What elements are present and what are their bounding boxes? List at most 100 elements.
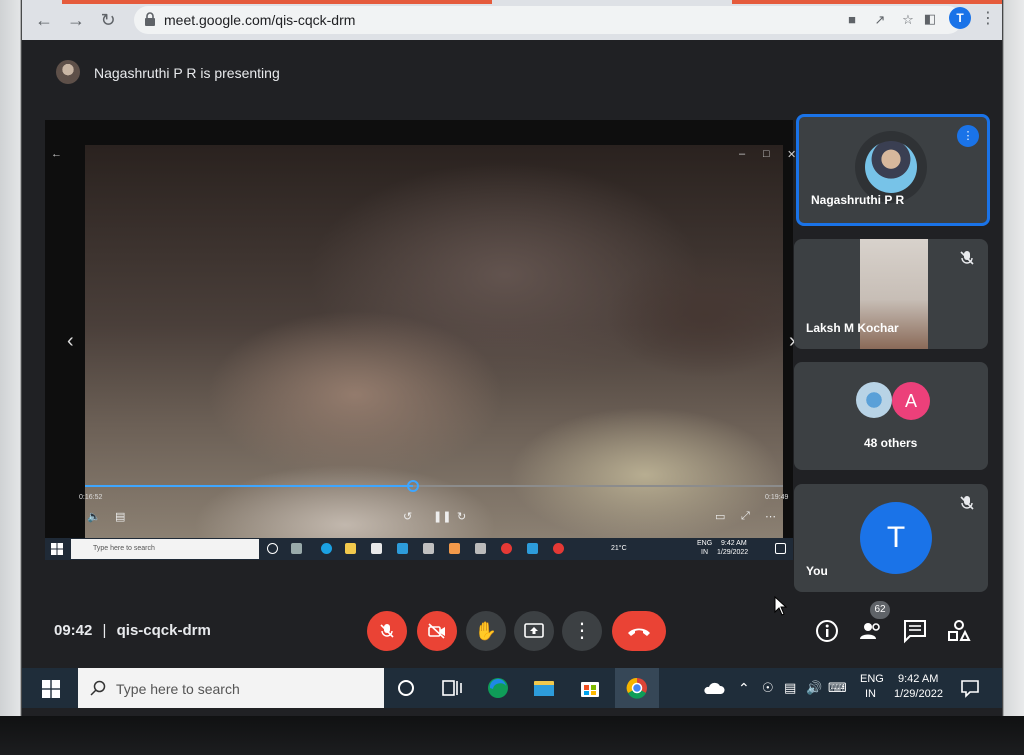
file-explorer-icon[interactable] [532,676,556,700]
shared-search-placeholder: Type here to search [93,545,155,552]
leave-call-button[interactable] [612,611,666,651]
others-count-label: 48 others [864,436,918,450]
presentation-view: ← – □ ✕ ‹ › 0:16:52 0:19:49 🔈 ▤ ↺ ❚❚ ↻ ▭… [45,120,796,560]
meeting-code: qis-cqck-drm [116,622,211,639]
back-icon[interactable]: ← [32,8,56,32]
taskbar-search-box[interactable]: Type here to search [78,668,384,708]
edge-icon [321,543,332,554]
windows-taskbar: Type here to search ⌃ ☉ ▤ 🔊 ⌨ ENG IN 9:4… [22,668,1002,708]
url-text: meet.google.com/qis-cqck-drm [164,12,356,28]
bookmark-star-icon[interactable]: ☆ [900,13,916,27]
show-hidden-icons-icon[interactable]: ⌃ [738,680,750,697]
notification-icon [775,543,786,554]
captions-icon[interactable]: ▤ [115,510,125,523]
screen: ← → ↻ meet.google.com/qis-cqck-drm ■ ↗ ☆… [22,0,1002,716]
more-options-icon[interactable]: ⋯ [765,510,776,523]
chat-icon[interactable] [902,618,928,644]
participant-tile-you[interactable]: T You [794,484,988,592]
presenting-text: Nagashruthi P R is presenting [94,65,280,81]
shared-lang-top: ENG [697,540,713,547]
participant-tile-others[interactable]: A 48 others [794,362,988,470]
previous-arrow-icon[interactable]: ‹ [67,330,74,353]
chrome-icon [501,543,512,554]
chrome-icon[interactable] [625,676,649,700]
app-icon [423,543,434,554]
meeting-info: 09:42 | qis-cqck-drm [54,622,211,639]
mic-off-icon [960,496,974,510]
mini-view-icon[interactable]: ▭ [715,510,725,523]
language-top[interactable]: ENG [860,673,884,685]
meeting-details-icon[interactable] [814,618,840,644]
notifications-icon[interactable] [958,676,982,700]
forward-icon[interactable]: → [64,8,88,32]
shared-search-box: Type here to search [71,539,259,559]
shared-clock-date: 1/29/2022 [717,549,749,556]
presenter-avatar [56,60,80,84]
present-screen-icon [524,623,544,638]
people-icon[interactable] [858,618,884,644]
back-arrow-icon[interactable]: ← [51,148,62,160]
taskbar-clock-time[interactable]: 9:42 AM [898,673,938,685]
speaker-icon[interactable]: 🔊 [806,680,822,696]
elapsed-time: 0:16:52 [79,494,103,501]
keyboard-icon[interactable]: ⌨ [828,680,847,696]
task-view-icon [291,543,302,554]
seek-progress [85,485,414,487]
app-icon [475,543,486,554]
language-bottom[interactable]: IN [865,688,876,700]
fullscreen-icon[interactable]: ⤢ [741,510,750,523]
browser-toolbar: ← → ↻ meet.google.com/qis-cqck-drm ■ ↗ ☆… [22,0,1002,40]
camera-toggle-button[interactable] [417,611,457,651]
seek-bar[interactable] [85,480,783,492]
pause-icon[interactable]: ❚❚ [433,510,451,523]
search-icon [90,680,106,696]
maximize-icon[interactable]: □ [763,148,770,160]
end-call-icon [628,628,650,636]
shared-lang-bottom: IN [701,549,708,556]
others-avatar-photo [856,382,892,418]
rewind-10-icon[interactable]: ↺ [403,510,412,523]
mic-off-icon [960,251,974,265]
taskbar-clock-date[interactable]: 1/29/2022 [894,688,943,700]
participant-tile-laksh[interactable]: Laksh M Kochar [794,239,988,349]
cortana-icon[interactable] [394,676,418,700]
volume-icon[interactable]: 🔈 [87,510,101,523]
participant-name: You [806,564,828,578]
mic-toggle-button[interactable] [367,611,407,651]
presenting-banner: Nagashruthi P R is presenting [22,52,782,92]
onedrive-icon[interactable] [702,676,726,700]
lock-icon [145,12,155,26]
participant-photo [865,141,917,193]
forward-30-icon[interactable]: ↻ [457,510,466,523]
shared-weather: 21°C [611,545,627,552]
close-icon[interactable]: ✕ [787,148,796,161]
total-duration: 0:19:49 [765,494,789,501]
taskbar-search-placeholder: Type here to search [116,681,240,697]
edge-icon[interactable] [486,676,510,700]
address-bar[interactable]: meet.google.com/qis-cqck-drm ■ ↗ ☆ [134,6,962,34]
participant-name: Laksh M Kochar [806,321,899,335]
seek-handle[interactable] [407,480,420,492]
network-icon[interactable]: ▤ [784,680,796,696]
minimize-icon[interactable]: – [739,148,745,160]
side-panel-icon[interactable]: ◧ [922,12,938,26]
browser-menu-icon[interactable]: ⋮ [980,8,996,28]
windows-start-button[interactable] [42,680,60,698]
microsoft-store-icon[interactable] [578,676,602,700]
raise-hand-button[interactable]: ✋ [466,611,506,651]
meet-mic-tray-icon[interactable]: ☉ [762,680,774,696]
reload-icon[interactable]: ↻ [96,8,120,32]
profile-avatar[interactable]: T [949,7,971,29]
media-player-icon [527,543,538,554]
task-view-icon[interactable] [440,676,464,700]
camera-icon[interactable]: ■ [844,13,860,27]
more-options-button[interactable]: ⋮ [562,611,602,651]
mouse-cursor-icon [774,596,788,616]
participant-tile-nagashruthi[interactable]: ⋮ Nagashruthi P R [796,114,990,226]
share-icon[interactable]: ↗ [872,13,888,27]
present-button[interactable] [514,611,554,651]
chrome-icon [553,543,564,554]
activities-icon[interactable] [946,618,972,644]
tab-strip [62,0,492,4]
windows-start-icon [51,543,63,555]
